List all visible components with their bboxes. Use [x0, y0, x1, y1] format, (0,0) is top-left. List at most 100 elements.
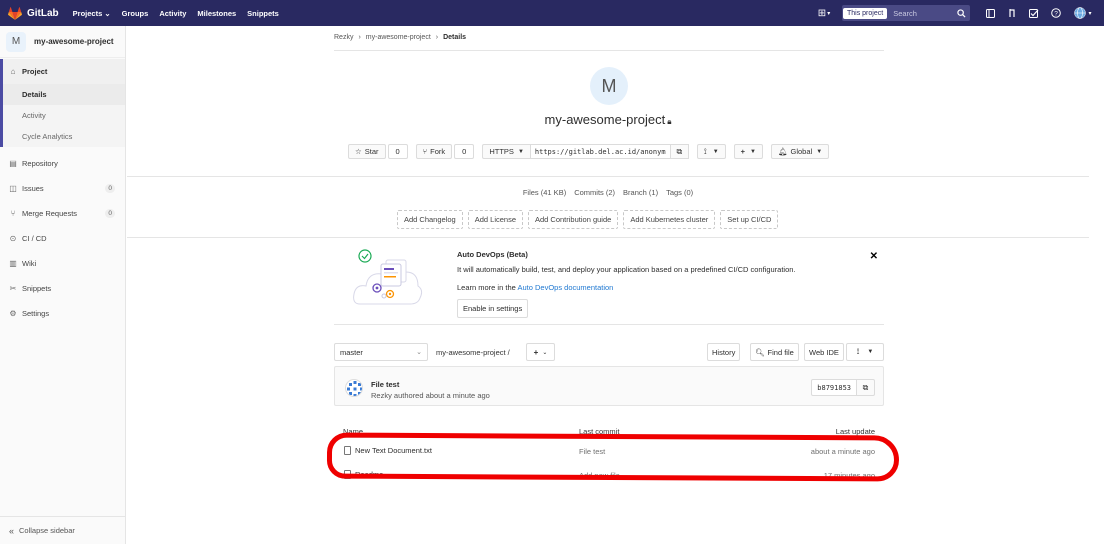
star-icon: ☆	[355, 147, 362, 156]
collapse-sidebar-button[interactable]: « Collapse sidebar	[0, 516, 125, 544]
search-input[interactable]: Search	[887, 9, 957, 18]
plus-icon: +	[740, 147, 746, 156]
file-last-commit[interactable]: File test	[579, 447, 605, 456]
branch-stat-link[interactable]: Branch (1)	[623, 188, 658, 197]
add-file-buttons: Add Changelog Add License Add Contributi…	[397, 210, 783, 229]
tags-stat-link[interactable]: Tags (0)	[666, 188, 693, 197]
copy-sha-button[interactable]: ⧉	[856, 379, 875, 396]
user-avatar-dropdown[interactable]: ▾	[1070, 5, 1096, 21]
sidebar-project-name: my-awesome-project	[34, 37, 114, 46]
notification-level-dropdown[interactable]: 🔔︎ Global ▼	[770, 144, 830, 159]
nav-groups[interactable]: Groups	[122, 9, 149, 18]
add-to-tree-dropdown[interactable]: + ⌄	[526, 343, 555, 361]
web-ide-button[interactable]: Web IDE	[804, 343, 844, 361]
find-file-button[interactable]: 🔍︎ Find file	[750, 343, 799, 361]
project-actions: ☆ Star 0 ⑂ Fork 0 HTTPS ▼ https://gitlab…	[348, 144, 830, 159]
sidebar-subitem-cycle-analytics[interactable]: Cycle Analytics	[0, 126, 125, 147]
auto-devops-learn-more: Learn more in the Auto DevOps documentat…	[457, 283, 613, 292]
caret-down-icon: ▼	[867, 349, 874, 355]
copy-icon: ⧉	[676, 146, 683, 156]
star-button[interactable]: ☆ Star	[348, 144, 386, 159]
sidebar-item-project[interactable]: ⌂ Project	[0, 59, 125, 84]
notification-level-label: Global	[790, 147, 813, 156]
sidebar-item-snippets[interactable]: ✂ Snippets	[0, 276, 125, 301]
chevron-down-icon: ▾	[827, 10, 831, 17]
nav-milestones[interactable]: Milestones	[197, 9, 236, 18]
files-stat-link[interactable]: Files (41 KB)	[523, 188, 566, 197]
sidebar-item-repository[interactable]: ▤ Repository	[0, 151, 125, 176]
add-changelog-button[interactable]: Add Changelog	[397, 210, 463, 229]
home-icon: ⌂	[10, 67, 16, 76]
merge-request-icon[interactable]	[1004, 5, 1020, 21]
history-button[interactable]: History	[707, 343, 741, 361]
project-sidebar: M my-awesome-project ⌂ Project Details A…	[0, 26, 126, 544]
sidebar-item-wiki[interactable]: ▥ Wiki	[0, 251, 125, 276]
sidebar-item-ci-cd[interactable]: ⊙ CI / CD	[0, 226, 125, 251]
file-last-commit[interactable]: Add new file	[579, 471, 620, 480]
nav-snippets[interactable]: Snippets	[247, 9, 279, 18]
add-kubernetes-cluster-button[interactable]: Add Kubernetes cluster	[623, 210, 716, 229]
close-icon[interactable]: ✕	[870, 251, 878, 262]
clone-protocol-dropdown[interactable]: HTTPS ▼	[482, 144, 531, 159]
sidebar-toggle-icon[interactable]	[982, 5, 998, 21]
search-scope-badge[interactable]: This project	[843, 7, 888, 19]
help-icon[interactable]: ?	[1048, 5, 1064, 21]
add-license-button[interactable]: Add License	[467, 210, 523, 229]
commit-title-link[interactable]: File test	[371, 380, 399, 389]
notification-dropdown[interactable]: ⟟ ▼	[696, 144, 726, 159]
branch-name: master	[340, 347, 363, 357]
todo-check-icon[interactable]	[1026, 5, 1042, 21]
table-row[interactable]: New Text Document.txt File test about a …	[334, 438, 884, 462]
fork-button[interactable]: ⑂ Fork	[415, 144, 453, 159]
fork-count[interactable]: 0	[454, 144, 475, 159]
caret-down-icon: ▼	[816, 148, 823, 155]
copy-icon: ⧉	[862, 382, 869, 392]
search-field[interactable]: This project Search	[842, 5, 970, 21]
branch-select[interactable]: master ⌄	[334, 343, 428, 361]
new-dropdown-button[interactable]: ⊞ ▾	[812, 6, 836, 20]
add-new-dropdown[interactable]: + ▼	[733, 144, 763, 159]
project-stats: Files (41 KB) Commits (2) Branch (1) Tag…	[127, 188, 1089, 197]
commits-stat-link[interactable]: Commits (2)	[574, 188, 615, 197]
file-name-cell[interactable]: Readme	[344, 470, 383, 479]
star-label: Star	[364, 147, 379, 156]
sidebar-project-header[interactable]: M my-awesome-project	[0, 26, 125, 58]
setup-ci-cd-button[interactable]: Set up CI/CD	[720, 210, 779, 229]
sidebar-item-merge-requests[interactable]: ⑂ Merge Requests 0	[0, 201, 125, 226]
add-contribution-guide-button[interactable]: Add Contribution guide	[528, 210, 619, 229]
sidebar-item-issues[interactable]: ◫ Issues 0	[0, 176, 125, 201]
gitlab-home-link[interactable]: GitLab	[8, 6, 59, 20]
svg-text:?: ?	[1054, 11, 1058, 18]
table-row[interactable]: Readme Add new file 17 minutes ago	[334, 462, 884, 486]
star-count[interactable]: 0	[387, 144, 408, 159]
download-dropdown[interactable]: ⟟ ▼	[846, 343, 884, 361]
learn-more-prefix: Learn more in the	[457, 283, 516, 292]
sidebar-subitem-details[interactable]: Details	[0, 84, 125, 105]
nav-activity[interactable]: Activity	[159, 9, 186, 18]
download-icon: ⟟	[856, 347, 860, 356]
plus-icon: +	[533, 347, 539, 357]
copy-url-button[interactable]: ⧉	[670, 144, 689, 159]
column-header-last-update: Last update	[835, 427, 875, 436]
search-icon: 🔍︎	[755, 347, 765, 357]
enable-in-settings-button[interactable]: Enable in settings	[457, 299, 529, 318]
double-chevron-left-icon: «	[9, 525, 15, 536]
nav-projects[interactable]: Projects ⌄	[73, 9, 111, 18]
auto-devops-docs-link[interactable]: Auto DevOps documentation	[517, 283, 613, 292]
user-avatar[interactable]	[345, 379, 363, 397]
clone-url-input[interactable]: https://gitlab.del.ac.id/anonym	[530, 144, 671, 159]
repo-path[interactable]: my-awesome-project /	[436, 348, 510, 357]
chevron-down-icon: ⌄	[542, 349, 548, 356]
chevron-down-icon: ▾	[1088, 10, 1092, 17]
breadcrumb-user[interactable]: Rezky	[334, 34, 353, 41]
scissors-icon: ✂	[9, 284, 17, 293]
breadcrumb-project[interactable]: my-awesome-project	[366, 34, 431, 41]
chevron-down-icon: ⌄	[416, 349, 422, 356]
caret-down-icon: ▼	[750, 148, 756, 155]
sidebar-item-settings[interactable]: ⚙ Settings	[0, 301, 125, 326]
fork-label: Fork	[430, 147, 446, 156]
sidebar-subitem-activity[interactable]: Activity	[0, 105, 125, 126]
brand-name: GitLab	[27, 7, 59, 19]
file-name-cell[interactable]: New Text Document.txt	[344, 446, 432, 455]
commit-sha-link[interactable]: b8791853	[811, 379, 857, 396]
